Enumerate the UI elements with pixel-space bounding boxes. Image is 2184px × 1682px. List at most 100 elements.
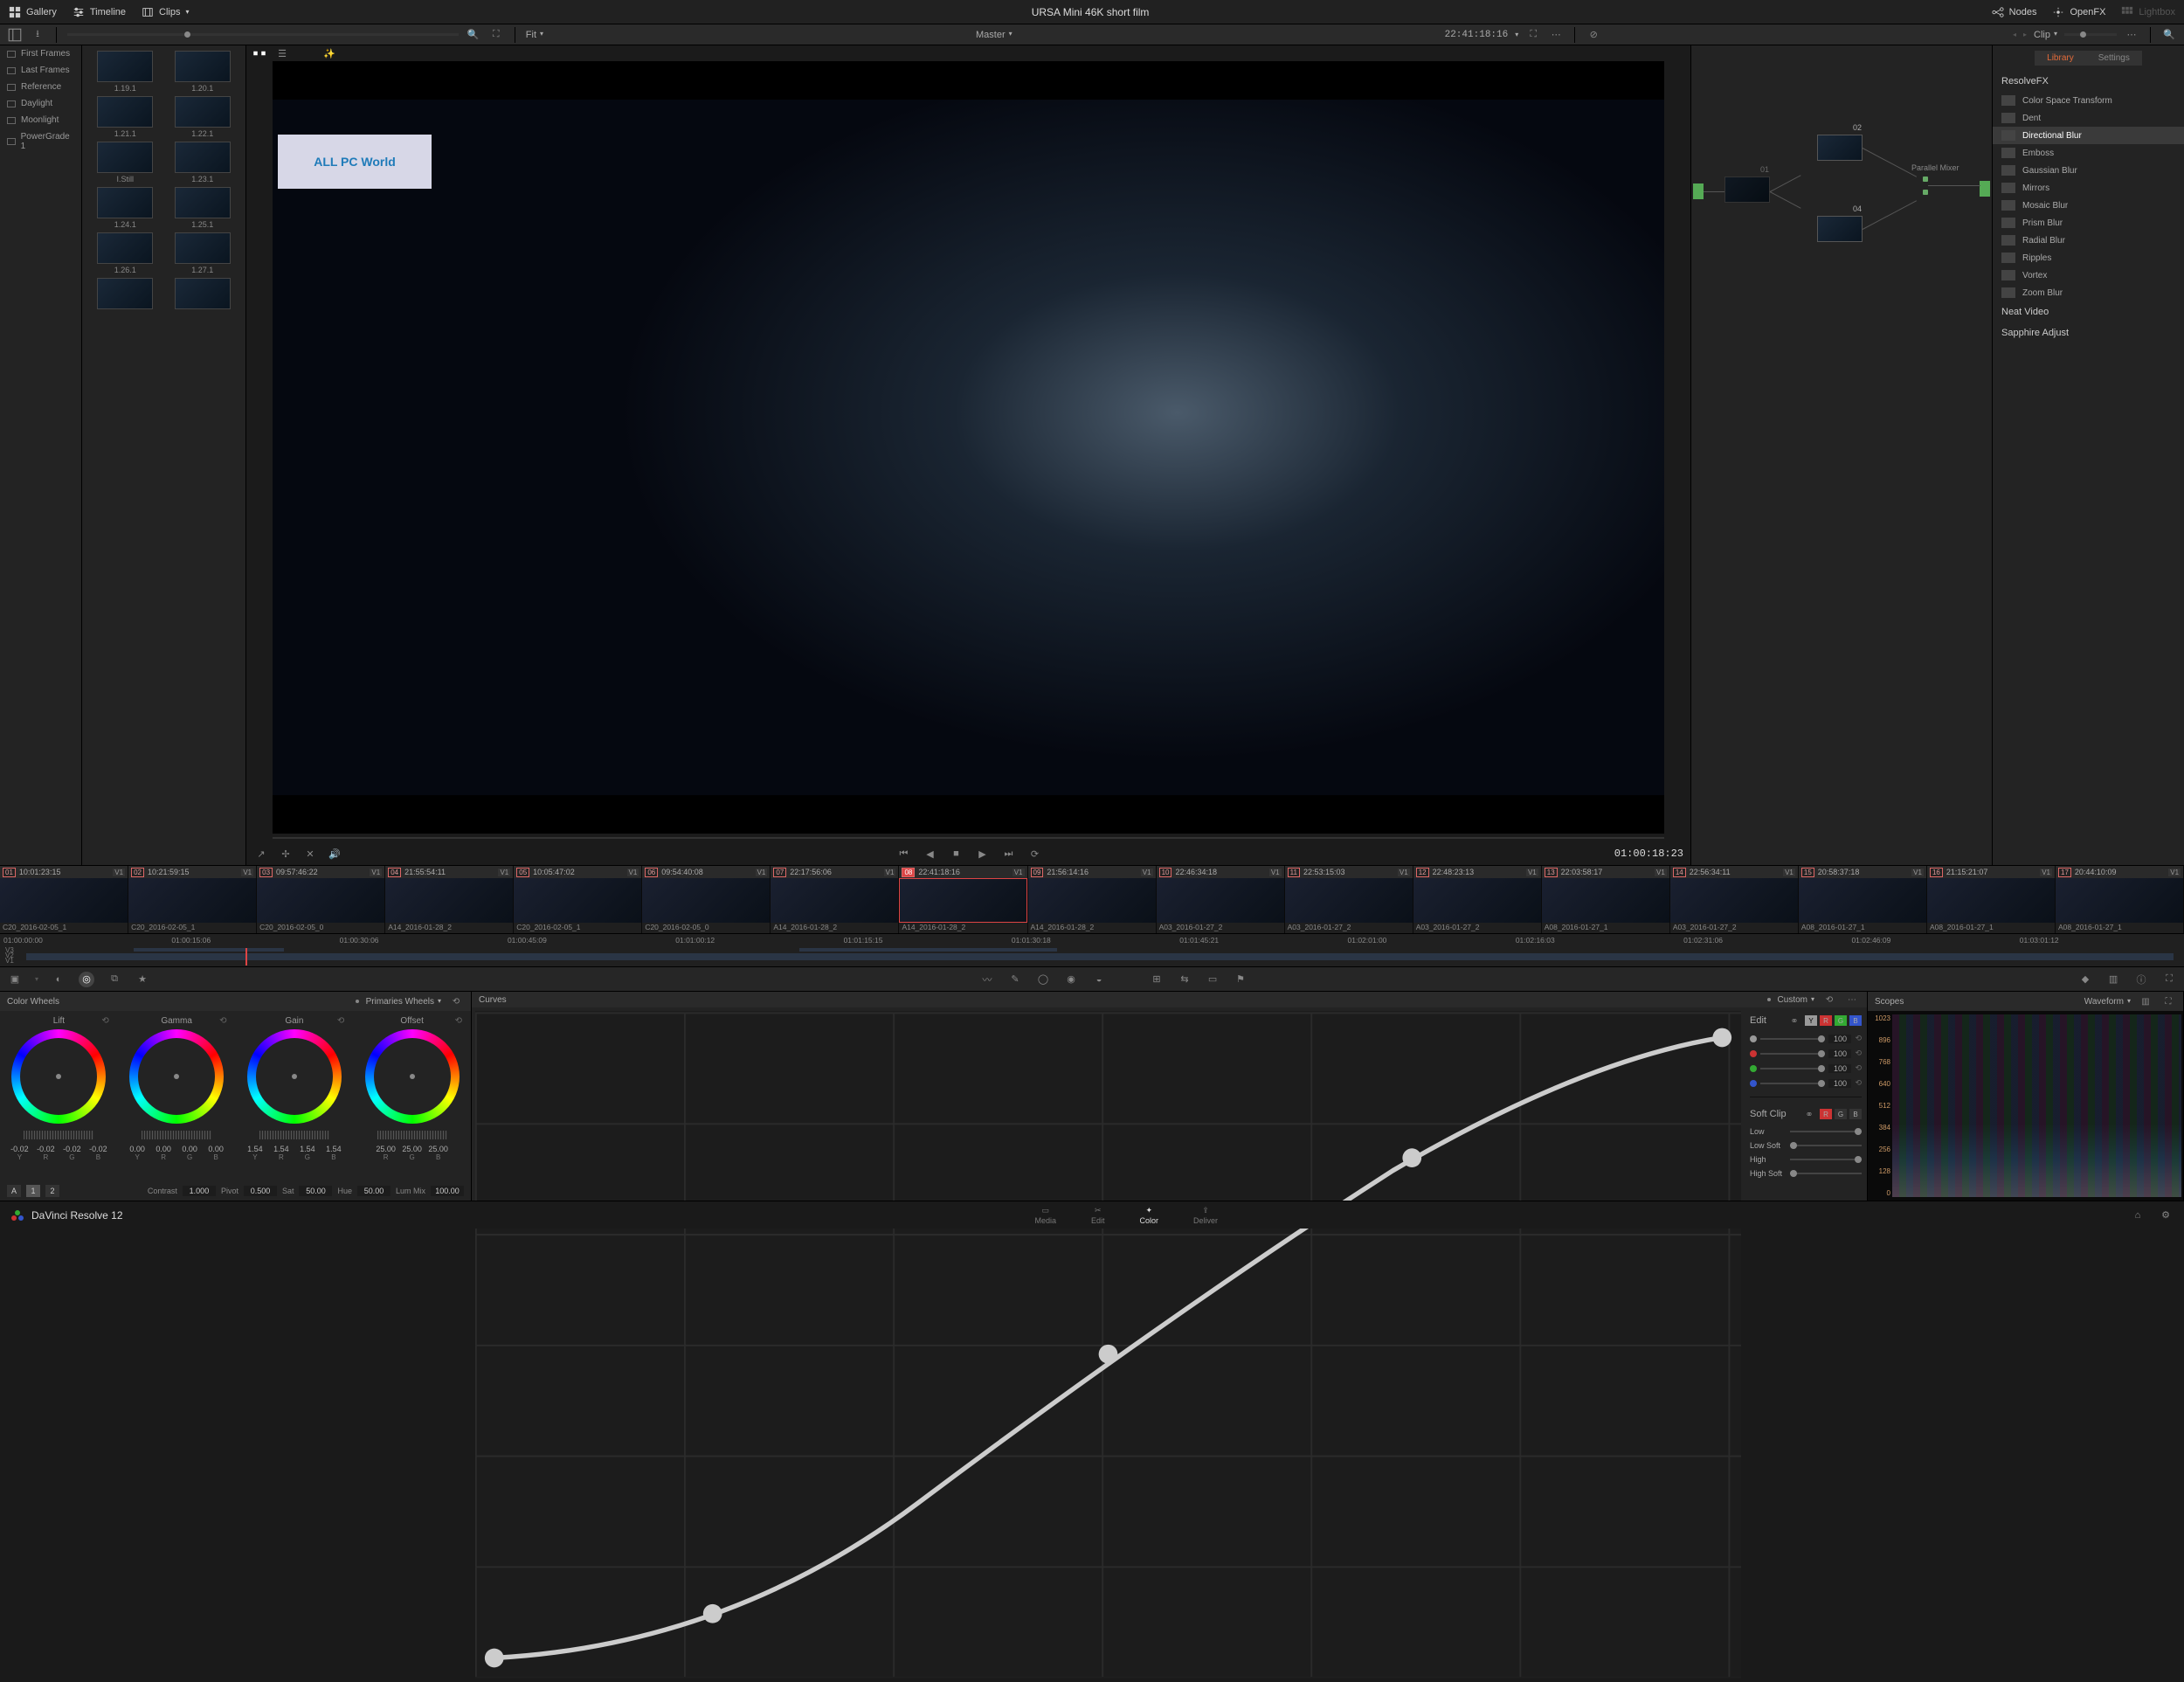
curve-graph[interactable] <box>472 1007 1745 1682</box>
scope-layout-icon[interactable]: ▥ <box>2138 993 2153 1009</box>
sc-b[interactable]: B <box>1849 1109 1862 1119</box>
clip-thumbnail[interactable]: 0921:56:14:16V1A14_2016-01-28_2 <box>1028 866 1157 933</box>
reset-curves-icon[interactable]: ⟲ <box>1821 992 1837 1007</box>
fullscreen-icon[interactable]: ⛶ <box>1525 27 1541 43</box>
scope-icon[interactable]: ▥ <box>2105 972 2121 987</box>
key-icon[interactable]: ⊞ <box>1149 972 1165 987</box>
link-icon[interactable]: ⧉ <box>107 972 122 987</box>
still-thumbnail[interactable]: 1.19.1 <box>89 51 162 93</box>
wheel-gain[interactable]: Gain⟲1.541.541.541.54YRGB <box>236 1011 354 1181</box>
fx-item[interactable]: Gaussian Blur <box>1993 162 2184 179</box>
viewer-scrubber[interactable] <box>273 834 1664 842</box>
wand-icon[interactable]: ✨ <box>321 45 337 61</box>
step-back-icon[interactable]: ◀ <box>923 846 938 862</box>
fx-item[interactable]: Emboss <box>1993 144 2184 162</box>
gear-icon[interactable]: ⚙ <box>2158 1208 2174 1223</box>
dotcircle-icon[interactable]: ◉ <box>1063 972 1079 987</box>
gallery-toggle[interactable]: Gallery <box>9 6 57 18</box>
curve-icon[interactable]: 〰 <box>979 972 995 987</box>
clip-thumbnail[interactable]: 0510:05:47:02V1C20_2016-02-05_1 <box>514 866 642 933</box>
fx-item[interactable]: Prism Blur <box>1993 214 2184 232</box>
clip-thumbnail[interactable]: 1621:15:21:07V1A08_2016-01-27_1 <box>1927 866 2056 933</box>
clip-thumbnail[interactable]: 1022:46:34:18V1A03_2016-01-27_2 <box>1157 866 1285 933</box>
nodes-toggle[interactable]: Nodes <box>1992 6 2037 18</box>
more3-icon[interactable]: ⋯ <box>1844 992 1860 1007</box>
mini-timeline[interactable]: 01:00:00:0001:00:15:0601:00:30:0601:00:4… <box>0 933 2184 966</box>
info-icon[interactable]: ⓘ <box>2133 972 2149 987</box>
add-icon[interactable]: ✢ <box>278 846 294 862</box>
viewer-screen[interactable]: ALL PC World <box>273 61 1664 834</box>
prev-clip-icon[interactable]: ⏮ <box>896 846 912 862</box>
still-thumbnail[interactable]: 1.27.1 <box>167 232 239 274</box>
tab-library[interactable]: Library <box>2035 51 2086 66</box>
y-val[interactable]: 100 <box>1828 1035 1851 1043</box>
still-thumbnail[interactable]: 1.20.1 <box>167 51 239 93</box>
master-dropdown[interactable]: Master▾ <box>976 30 1013 40</box>
still-thumbnail[interactable]: 1.22.1 <box>167 96 239 138</box>
clip-thumbnail[interactable]: 1422:56:34:11V1A03_2016-01-27_2 <box>1670 866 1799 933</box>
lightbox-toggle[interactable]: Lightbox <box>2121 6 2175 18</box>
chan-y[interactable]: Y <box>1805 1015 1817 1026</box>
clip-dropdown[interactable]: Clip▾ <box>2034 30 2057 40</box>
fx-item[interactable]: Zoom Blur <box>1993 284 2184 301</box>
scope-expand-icon[interactable]: ⛶ <box>2160 993 2176 1009</box>
expand-icon[interactable]: ⛶ <box>488 27 504 43</box>
chan-g[interactable]: G <box>1835 1015 1847 1026</box>
clip-thumbnail[interactable]: 0309:57:46:22V1C20_2016-02-05_0 <box>257 866 385 933</box>
clip-thumbnail[interactable]: 1322:03:58:17V1A08_2016-01-27_1 <box>1542 866 1670 933</box>
g-val[interactable]: 100 <box>1828 1064 1851 1073</box>
nodeview-icon[interactable] <box>252 45 267 61</box>
disable-icon[interactable]: ⊘ <box>1586 27 1601 43</box>
node-graph[interactable]: 01 02 04 Parallel Mixer <box>1690 45 1992 865</box>
snapshot-icon[interactable]: ▭ <box>1205 972 1220 987</box>
node-02[interactable]: 02 <box>1817 135 1863 161</box>
pen-icon[interactable]: ✎ <box>1007 972 1023 987</box>
more-icon[interactable]: ⋯ <box>1548 27 1564 43</box>
chan-b[interactable]: B <box>1849 1015 1862 1026</box>
search-icon[interactable]: 🔍 <box>466 27 481 43</box>
target-icon[interactable]: ◎ <box>79 972 94 987</box>
clip-thumbnail[interactable]: 0722:17:56:06V1A14_2016-01-28_2 <box>771 866 899 933</box>
node-01[interactable]: 01 <box>1724 177 1770 203</box>
page-a-button[interactable]: A <box>7 1185 21 1197</box>
still-thumbnail[interactable] <box>89 278 162 311</box>
node-04[interactable]: 04 <box>1817 216 1863 242</box>
wheel-offset[interactable]: Offset⟲25.0025.0025.00RGB <box>353 1011 471 1181</box>
chan-r[interactable]: R <box>1820 1015 1832 1026</box>
clip-thumbnail[interactable]: 0110:01:23:15V1C20_2016-02-05_1 <box>0 866 128 933</box>
page-media[interactable]: ▭Media <box>1034 1206 1056 1225</box>
wheels-mode-dropdown[interactable]: Primaries Wheels▾ <box>366 997 441 1007</box>
gallery-album[interactable]: Last Frames <box>0 62 81 79</box>
next-clip-icon[interactable]: ⏭ <box>1001 846 1017 862</box>
search2-icon[interactable]: 🔍 <box>2161 27 2177 43</box>
stop-icon[interactable]: ■ <box>949 846 964 862</box>
clip-thumbnail[interactable]: 1520:58:37:18V1A08_2016-01-27_1 <box>1799 866 1927 933</box>
r-val[interactable]: 100 <box>1828 1049 1851 1058</box>
wheel-lift[interactable]: Lift⟲-0.02-0.02-0.02-0.02YRGB <box>0 1011 118 1181</box>
clip-thumbnail[interactable]: 0822:41:18:16V1A14_2016-01-28_2 <box>899 866 1027 933</box>
curves-mode-dropdown[interactable]: Custom▾ <box>1778 995 1814 1005</box>
still-thumbnail[interactable] <box>167 278 239 311</box>
fx-item[interactable]: Ripples <box>1993 249 2184 266</box>
keyframe-icon[interactable]: ◆ <box>2077 972 2093 987</box>
clip-thumbnail[interactable]: 1720:44:10:09V1A08_2016-01-27_1 <box>2056 866 2184 933</box>
lummix-input[interactable] <box>431 1186 464 1196</box>
reset-wheels-icon[interactable]: ⟲ <box>448 993 464 1009</box>
sc-g[interactable]: G <box>1835 1109 1847 1119</box>
still-thumbnail[interactable]: 1.26.1 <box>89 232 162 274</box>
node-input-port[interactable] <box>1693 183 1704 199</box>
layout-icon[interactable] <box>7 27 23 43</box>
playhead[interactable] <box>245 948 247 966</box>
star-icon[interactable]: ★ <box>135 972 150 987</box>
camera-icon[interactable]: ▣ <box>7 972 23 987</box>
fx-item[interactable]: Vortex <box>1993 266 2184 284</box>
fx-item[interactable]: Directional Blur <box>1993 127 2184 144</box>
expand2-icon[interactable]: ⛶ <box>2161 972 2177 987</box>
clip-thumbnail[interactable]: 1122:53:15:03V1A03_2016-01-27_2 <box>1285 866 1413 933</box>
gallery-album[interactable]: Moonlight <box>0 112 81 128</box>
loop-icon[interactable]: ⟳ <box>1027 846 1043 862</box>
volume-icon[interactable]: 🔊 <box>327 846 342 862</box>
picker-icon[interactable]: ↗ <box>253 846 269 862</box>
gallery-album[interactable]: Reference <box>0 79 81 95</box>
still-thumbnail[interactable]: I.Still <box>89 142 162 183</box>
